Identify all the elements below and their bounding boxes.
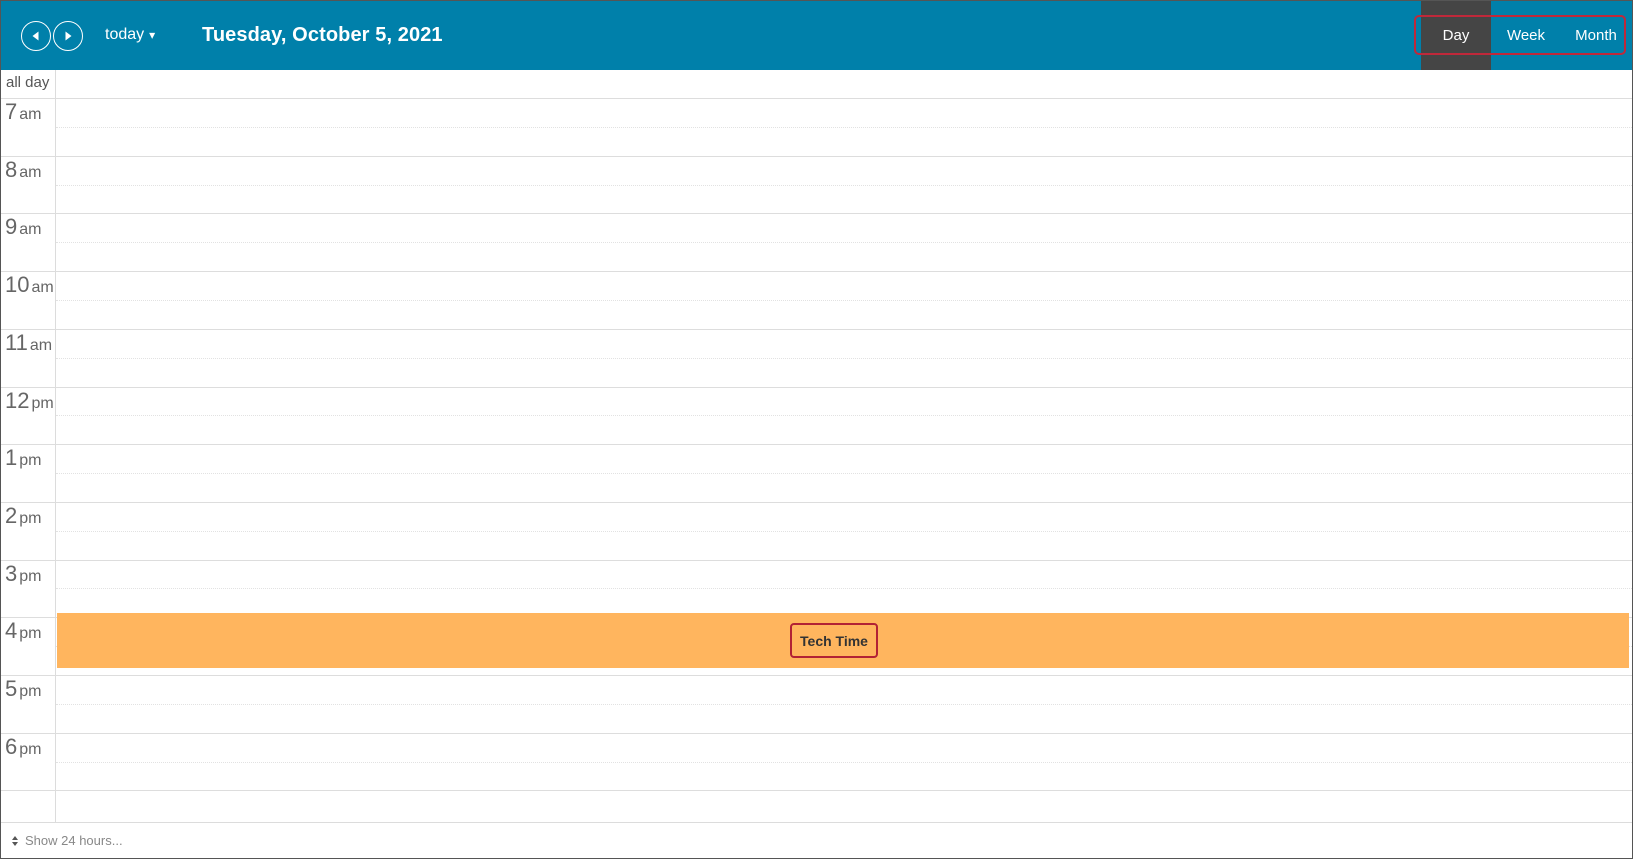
- hour-label: 6 pm: [5, 734, 41, 760]
- hour-suffix: pm: [19, 683, 42, 700]
- half-hour-divider: [56, 531, 1632, 532]
- hour-suffix: am: [29, 337, 53, 354]
- updown-arrows-icon: [12, 835, 18, 846]
- triangle-left-icon: [32, 31, 39, 41]
- hour-divider: [1, 387, 1632, 388]
- hour-divider: [1, 675, 1632, 676]
- hour-label: 12 pm: [5, 388, 54, 414]
- today-label: today: [105, 26, 145, 43]
- hour-number: 9: [5, 214, 18, 239]
- hour-suffix: am: [19, 164, 42, 181]
- hour-label: 5 pm: [5, 676, 41, 702]
- allday-label: all day: [6, 74, 50, 91]
- show-24-hours-toggle[interactable]: Show 24 hours...: [11, 833, 123, 848]
- hour-label: 7 am: [5, 99, 41, 125]
- half-hour-divider: [56, 242, 1632, 243]
- hour-label: 4 pm: [5, 618, 41, 644]
- calendar-toolbar: today ▾ Tuesday, October 5, 2021: [1, 1, 1632, 70]
- half-hour-divider: [56, 127, 1632, 128]
- half-hour-divider: [56, 415, 1632, 416]
- hour-number: 11: [5, 330, 28, 355]
- hour-divider: [1, 444, 1632, 445]
- hour-number: 3: [5, 561, 18, 586]
- next-button[interactable]: [53, 21, 83, 51]
- hour-label: 8 am: [5, 157, 41, 183]
- chevron-down-icon: ▾: [149, 28, 156, 42]
- half-hour-divider: [56, 473, 1632, 474]
- half-hour-divider: [56, 300, 1632, 301]
- show-24-hours-label: Show 24 hours...: [25, 833, 123, 848]
- hour-suffix: pm: [19, 741, 42, 758]
- hour-suffix: am: [19, 106, 42, 123]
- today-dropdown[interactable]: today ▾: [105, 26, 155, 44]
- hour-suffix: am: [31, 279, 54, 296]
- hour-number: 8: [5, 157, 18, 182]
- hour-divider: [1, 271, 1632, 272]
- triangle-right-icon: [65, 31, 72, 41]
- half-hour-divider: [56, 358, 1632, 359]
- hour-number: 4: [5, 618, 18, 643]
- hour-suffix: pm: [19, 452, 42, 469]
- half-hour-divider: [56, 704, 1632, 705]
- half-hour-divider: [56, 762, 1632, 763]
- day-grid: all day 7 am 8 am 9 am 10 am 11 am 12 pm 1 pm 2 pm 3 pm 4 p…: [1, 70, 1632, 822]
- hour-label: 3 pm: [5, 561, 41, 587]
- hour-number: 7: [5, 99, 18, 124]
- event-title: Tech Time: [800, 632, 868, 649]
- hour-label: 11 am: [5, 330, 52, 356]
- prev-button[interactable]: [21, 21, 51, 51]
- hour-divider: [1, 733, 1632, 734]
- hour-label: 9 am: [5, 214, 41, 240]
- hour-divider: [1, 213, 1632, 214]
- hour-label: 2 pm: [5, 503, 41, 529]
- hour-divider: [1, 329, 1632, 330]
- hour-suffix: pm: [19, 568, 42, 585]
- hour-number: 1: [5, 445, 18, 470]
- view-switcher-highlight: [1414, 15, 1626, 55]
- hour-suffix: pm: [19, 625, 42, 642]
- footer-bar: Show 24 hours...: [1, 822, 1632, 858]
- allday-divider: [1, 98, 1632, 99]
- hour-label: 10 am: [5, 272, 54, 298]
- hour-divider: [1, 156, 1632, 157]
- event-title-highlight: Tech Time: [790, 623, 878, 658]
- hour-suffix: pm: [31, 395, 54, 412]
- half-hour-divider: [56, 185, 1632, 186]
- hour-number: 10: [5, 272, 30, 297]
- page-title: Tuesday, October 5, 2021: [202, 24, 443, 46]
- hour-suffix: pm: [19, 510, 42, 527]
- grid-bottom-divider: [1, 790, 1632, 791]
- hour-number: 6: [5, 734, 18, 759]
- half-hour-divider: [56, 588, 1632, 589]
- hour-number: 5: [5, 676, 18, 701]
- hour-suffix: am: [19, 221, 42, 238]
- hour-divider: [1, 502, 1632, 503]
- hour-number: 2: [5, 503, 18, 528]
- hour-divider: [1, 560, 1632, 561]
- hour-label: 1 pm: [5, 445, 41, 471]
- hour-number: 12: [5, 388, 30, 413]
